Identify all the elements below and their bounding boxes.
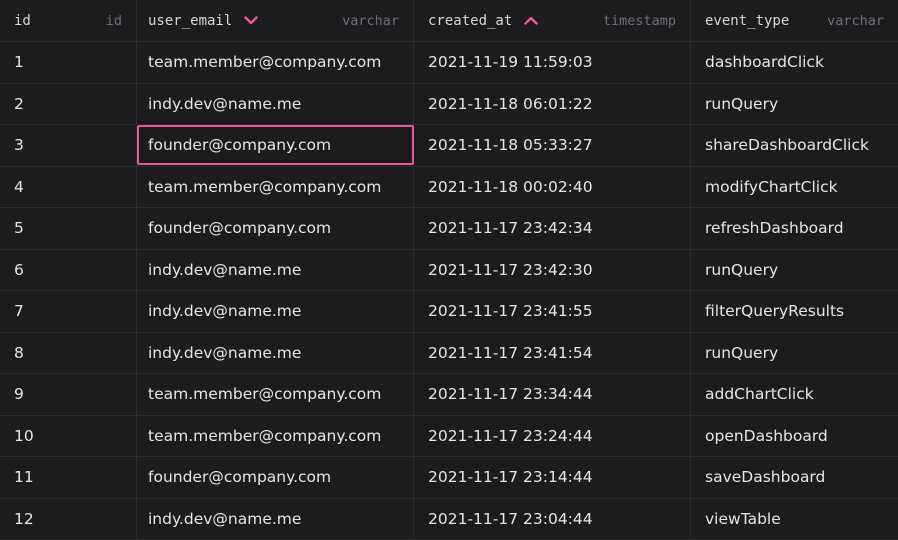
cell-event-type[interactable]: dashboardClick <box>691 42 898 83</box>
cell-event-type[interactable]: viewTable <box>691 499 898 540</box>
cell-created-at[interactable]: 2021-11-17 23:14:44 <box>414 457 691 498</box>
column-header-created-at[interactable]: created_at timestamp <box>414 0 691 41</box>
cell-event-type[interactable]: refreshDashboard <box>691 208 898 249</box>
chevron-up-icon[interactable] <box>524 16 538 25</box>
cell-event-type[interactable]: modifyChartClick <box>691 167 898 208</box>
column-name: id <box>14 12 31 29</box>
column-header-user-email[interactable]: user_email varchar <box>137 0 414 41</box>
cell-user-email[interactable]: founder@company.com <box>137 125 414 166</box>
cell-created-at[interactable]: 2021-11-17 23:42:34 <box>414 208 691 249</box>
cell-created-at[interactable]: 2021-11-17 23:41:55 <box>414 291 691 332</box>
table-row[interactable]: 6 indy.dev@name.me 2021-11-17 23:42:30 runQ… <box>0 249 898 291</box>
cell-user-email[interactable]: team.member@company.com <box>137 415 414 456</box>
cell-event-type[interactable]: filterQueryResults <box>691 291 898 332</box>
column-name: user_email <box>148 12 233 29</box>
cell-user-email[interactable]: founder@company.com <box>137 457 414 498</box>
cell-id[interactable]: 4 <box>0 166 137 207</box>
cell-user-email[interactable]: indy.dev@name.me <box>137 249 414 290</box>
cell-created-at[interactable]: 2021-11-18 05:33:27 <box>414 125 691 166</box>
cell-user-email[interactable]: founder@company.com <box>137 208 414 249</box>
table-row[interactable]: 3 founder@company.com 2021-11-18 05:33:27 s… <box>0 125 898 167</box>
cell-user-email[interactable]: indy.dev@name.me <box>137 332 414 373</box>
cell-user-email[interactable]: indy.dev@name.me <box>137 83 414 124</box>
cell-user-email[interactable]: team.member@company.com <box>137 166 414 207</box>
column-name: event_type <box>705 12 790 29</box>
table-row[interactable]: 9 team.member@company.com 2021-11-17 23:34… <box>0 374 898 416</box>
cell-id[interactable]: 8 <box>0 332 137 373</box>
table-row[interactable]: 10 team.member@company.com 2021-11-17 23:2… <box>0 415 898 457</box>
cell-created-at[interactable]: 2021-11-17 23:41:54 <box>414 332 691 373</box>
cell-created-at[interactable]: 2021-11-17 23:24:44 <box>414 415 691 456</box>
column-name: created_at <box>428 12 513 29</box>
cell-created-at[interactable]: 2021-11-17 23:34:44 <box>414 374 691 415</box>
cell-id[interactable]: 12 <box>0 498 137 539</box>
table-header: id id user_email varchar created_at time… <box>0 0 898 42</box>
cell-created-at[interactable]: 2021-11-17 23:04:44 <box>414 498 691 539</box>
column-header-id[interactable]: id id <box>0 0 137 41</box>
table-row[interactable]: 1 team.member@company.com 2021-11-19 11:59… <box>0 42 898 84</box>
table-row[interactable]: 11 founder@company.com 2021-11-17 23:14:44… <box>0 457 898 499</box>
cell-user-email[interactable]: indy.dev@name.me <box>137 291 414 332</box>
table-row[interactable]: 5 founder@company.com 2021-11-17 23:42:34 r… <box>0 208 898 250</box>
results-table: id id user_email varchar created_at time… <box>0 0 898 540</box>
table-body: 1 team.member@company.com 2021-11-19 11:59… <box>0 42 898 540</box>
column-header-event-type[interactable]: event_type varchar <box>691 0 898 41</box>
cell-user-email[interactable]: indy.dev@name.me <box>137 498 414 539</box>
cell-id[interactable]: 5 <box>0 208 137 249</box>
cell-event-type[interactable]: runQuery <box>691 250 898 291</box>
table-row[interactable]: 7 indy.dev@name.me 2021-11-17 23:41:55 filt… <box>0 291 898 333</box>
table-row[interactable]: 4 team.member@company.com 2021-11-18 00:02… <box>0 166 898 208</box>
table-row[interactable]: 2 indy.dev@name.me 2021-11-18 06:01:22 runQ… <box>0 83 898 125</box>
column-type: id <box>105 12 122 29</box>
table-row[interactable]: 8 indy.dev@name.me 2021-11-17 23:41:54 runQ… <box>0 332 898 374</box>
cell-event-type[interactable]: saveDashboard <box>691 457 898 498</box>
cell-created-at[interactable]: 2021-11-18 06:01:22 <box>414 83 691 124</box>
cell-id[interactable]: 11 <box>0 457 137 498</box>
column-type: varchar <box>827 12 884 29</box>
cell-id[interactable]: 3 <box>0 125 137 166</box>
cell-event-type[interactable]: addChartClick <box>691 374 898 415</box>
column-type: timestamp <box>602 12 676 29</box>
cell-user-email[interactable]: team.member@company.com <box>137 42 414 83</box>
cell-id[interactable]: 7 <box>0 291 137 332</box>
column-type: varchar <box>342 12 399 29</box>
cell-event-type[interactable]: openDashboard <box>691 416 898 457</box>
cell-event-type[interactable]: shareDashboardClick <box>691 125 898 166</box>
chevron-down-icon[interactable] <box>244 16 258 25</box>
cell-created-at[interactable]: 2021-11-17 23:42:30 <box>414 249 691 290</box>
cell-id[interactable]: 2 <box>0 83 137 124</box>
cell-created-at[interactable]: 2021-11-19 11:59:03 <box>414 42 691 83</box>
cell-event-type[interactable]: runQuery <box>691 333 898 374</box>
cell-id[interactable]: 10 <box>0 415 137 456</box>
cell-id[interactable]: 6 <box>0 249 137 290</box>
cell-created-at[interactable]: 2021-11-18 00:02:40 <box>414 166 691 207</box>
cell-user-email[interactable]: team.member@company.com <box>137 374 414 415</box>
cell-event-type[interactable]: runQuery <box>691 84 898 125</box>
cell-id[interactable]: 9 <box>0 374 137 415</box>
table-row[interactable]: 12 indy.dev@name.me 2021-11-17 23:04:44 vie… <box>0 498 898 540</box>
cell-id[interactable]: 1 <box>0 42 137 83</box>
